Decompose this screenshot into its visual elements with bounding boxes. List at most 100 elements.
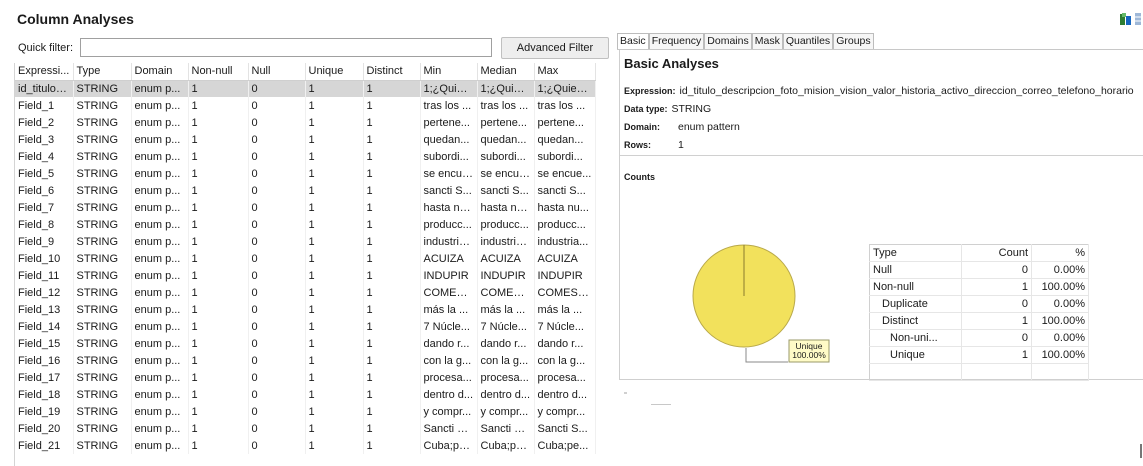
table-cell: STRING bbox=[73, 420, 132, 437]
table-row[interactable]: Field_19 STRING enum p... 1 0 1 1 y compr... y c… bbox=[15, 403, 596, 420]
table-cell: STRING bbox=[73, 318, 132, 335]
table-cell: STRING bbox=[73, 284, 132, 301]
column-header[interactable]: Null bbox=[248, 63, 306, 81]
table-cell: 1 bbox=[305, 233, 364, 250]
table-cell: 0 bbox=[248, 182, 306, 199]
table-cell: STRING bbox=[73, 437, 132, 454]
table-cell: 1 bbox=[188, 403, 249, 420]
table-cell: 1 bbox=[363, 131, 421, 148]
view-title: Column Analyses bbox=[17, 11, 134, 27]
table-cell: 1 bbox=[305, 437, 364, 454]
quick-filter-input[interactable] bbox=[80, 38, 492, 57]
table-cell: enum p... bbox=[131, 403, 189, 420]
tab-frequency[interactable]: Frequency bbox=[648, 33, 705, 49]
table-cell: 1 bbox=[305, 148, 364, 165]
table-cell: dentro d... bbox=[420, 386, 478, 403]
table-row[interactable]: Field_20 STRING enum p... 1 0 1 1 Sancti S... Sa… bbox=[15, 420, 596, 437]
counts-empty-cell bbox=[961, 363, 1032, 381]
table-cell: Field_3 bbox=[15, 131, 74, 148]
table-cell: y compr... bbox=[420, 403, 478, 420]
table-row[interactable]: Field_18 STRING enum p... 1 0 1 1 dentro d... de… bbox=[15, 386, 596, 403]
table-row[interactable]: Field_1 STRING enum p... 1 0 1 1 tras los ... tr… bbox=[15, 97, 596, 114]
table-row[interactable]: Field_15 STRING enum p... 1 0 1 1 dando r... dan… bbox=[15, 335, 596, 352]
table-cell: ACUIZA bbox=[534, 250, 596, 267]
table-row[interactable]: Field_10 STRING enum p... 1 0 1 1 ACUIZA ACUIZA A… bbox=[15, 250, 596, 267]
table-cell: 1 bbox=[305, 199, 364, 216]
table-cell: Field_16 bbox=[15, 352, 74, 369]
table-row[interactable]: Field_12 STRING enum p... 1 0 1 1 COMESP... COME… bbox=[15, 284, 596, 301]
table-row[interactable]: Field_17 STRING enum p... 1 0 1 1 procesa... pro… bbox=[15, 369, 596, 386]
separator bbox=[620, 155, 1143, 156]
table-cell: 1 bbox=[305, 165, 364, 182]
advanced-filter-button[interactable]: Advanced Filter bbox=[501, 37, 609, 59]
counts-row: Duplicate 0 0.00% bbox=[869, 295, 1089, 313]
table-cell: sancti S... bbox=[477, 182, 535, 199]
tab-mask[interactable]: Mask bbox=[751, 33, 783, 49]
table-cell: enum p... bbox=[131, 318, 189, 335]
table-row[interactable]: Field_4 STRING enum p... 1 0 1 1 subordi... subo… bbox=[15, 148, 596, 165]
columns-table-container[interactable]: Expressi... Type Domain Non-null Null Unique D… bbox=[14, 63, 613, 466]
table-cell: id_titulo_... bbox=[15, 80, 74, 97]
rows-row: Rows: 1 bbox=[624, 139, 684, 151]
column-header[interactable]: Domain bbox=[131, 63, 189, 81]
column-header[interactable]: Min bbox=[420, 63, 478, 81]
table-cell: enum p... bbox=[131, 216, 189, 233]
table-row[interactable]: Field_14 STRING enum p... 1 0 1 1 7 Núcle... 7 N… bbox=[15, 318, 596, 335]
table-cell: 1 bbox=[188, 301, 249, 318]
column-header[interactable]: Distinct bbox=[363, 63, 421, 81]
table-cell: 1 bbox=[305, 250, 364, 267]
table-cell: 1 bbox=[188, 437, 249, 454]
export-icon[interactable] bbox=[1119, 12, 1133, 26]
counts-cell-count: 0 bbox=[961, 261, 1032, 279]
counts-cell-type: Duplicate bbox=[869, 295, 962, 313]
table-row[interactable]: Field_3 STRING enum p... 1 0 1 1 quedan... queda… bbox=[15, 131, 596, 148]
tab-groups[interactable]: Groups bbox=[833, 33, 874, 49]
table-cell: STRING bbox=[73, 301, 132, 318]
table-cell: Field_12 bbox=[15, 284, 74, 301]
domain-row: Domain: enum pattern bbox=[624, 121, 740, 133]
table-row[interactable]: Field_16 STRING enum p... 1 0 1 1 con la g... co… bbox=[15, 352, 596, 369]
table-cell: COMESP... bbox=[420, 284, 478, 301]
column-header[interactable]: Max bbox=[534, 63, 596, 81]
table-row[interactable]: Field_11 STRING enum p... 1 0 1 1 INDUPIR INDUPI… bbox=[15, 267, 596, 284]
table-cell: 0 bbox=[248, 97, 306, 114]
table-cell: 1 bbox=[363, 233, 421, 250]
column-header[interactable]: Type bbox=[73, 63, 132, 81]
table-cell: producc... bbox=[534, 216, 596, 233]
table-row[interactable]: Field_2 STRING enum p... 1 0 1 1 pertene... pert… bbox=[15, 114, 596, 131]
table-row[interactable]: Field_8 STRING enum p... 1 0 1 1 producc... prod… bbox=[15, 216, 596, 233]
table-cell: y compr... bbox=[534, 403, 596, 420]
table-cell: INDUPIR bbox=[420, 267, 478, 284]
table-row[interactable]: Field_9 STRING enum p... 1 0 1 1 industria... in… bbox=[15, 233, 596, 250]
table-cell: 0 bbox=[248, 386, 306, 403]
table-cell: Field_18 bbox=[15, 386, 74, 403]
table-row[interactable]: Field_13 STRING enum p... 1 0 1 1 más la ... más… bbox=[15, 301, 596, 318]
table-row[interactable]: Field_21 STRING enum p... 1 0 1 1 Cuba;pe... Cub… bbox=[15, 437, 596, 454]
table-row[interactable]: Field_7 STRING enum p... 1 0 1 1 hasta nu... has… bbox=[15, 199, 596, 216]
tab-basic[interactable]: Basic bbox=[617, 33, 649, 49]
table-cell: tras los ... bbox=[477, 97, 535, 114]
domain-label: Domain: bbox=[624, 122, 660, 132]
column-header[interactable]: Non-null bbox=[188, 63, 249, 81]
table-cell: enum p... bbox=[131, 250, 189, 267]
table-cell: Sancti S... bbox=[477, 420, 535, 437]
table-cell: Field_15 bbox=[15, 335, 74, 352]
table-cell: 1 bbox=[305, 301, 364, 318]
table-row[interactable]: Field_5 STRING enum p... 1 0 1 1 se encue... se … bbox=[15, 165, 596, 182]
table-cell: industria... bbox=[534, 233, 596, 250]
scroll-edge bbox=[1140, 444, 1142, 458]
table-cell: Field_5 bbox=[15, 165, 74, 182]
column-header[interactable]: Expressi... bbox=[15, 63, 74, 81]
table-icon[interactable] bbox=[1135, 12, 1141, 26]
table-row[interactable]: Field_6 STRING enum p... 1 0 1 1 sancti S... san… bbox=[15, 182, 596, 199]
column-header[interactable]: Median bbox=[477, 63, 535, 81]
basic-analyses-panel: Basic Analyses Expression: id_titulo_desc… bbox=[619, 50, 1143, 381]
table-cell: 0 bbox=[248, 301, 306, 318]
tab-domains[interactable]: Domains bbox=[704, 33, 752, 49]
table-cell: dentro d... bbox=[534, 386, 596, 403]
table-cell: STRING bbox=[73, 250, 132, 267]
tab-quantiles[interactable]: Quantiles bbox=[782, 33, 834, 49]
table-cell: 1 bbox=[305, 80, 364, 97]
table-row[interactable]: id_titulo_... STRING enum p... 1 0 1 1 1;¿Quien… bbox=[15, 80, 596, 97]
column-header[interactable]: Unique bbox=[305, 63, 364, 81]
